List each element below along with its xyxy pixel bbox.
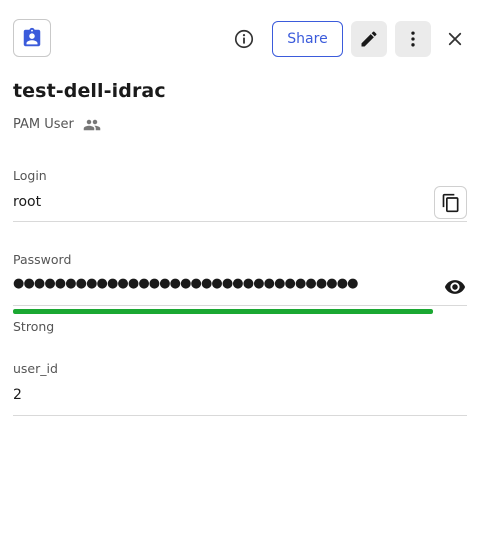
password-label: Password (13, 252, 72, 267)
info-icon (234, 29, 254, 49)
record-type-label: PAM User (13, 117, 74, 132)
eye-icon (444, 280, 466, 294)
edit-button[interactable] (351, 21, 387, 57)
password-strength-label: Strong (13, 319, 55, 334)
pencil-icon (361, 31, 377, 47)
close-icon (448, 32, 462, 46)
share-button[interactable]: Share (272, 21, 343, 57)
password-strength-bar (13, 309, 433, 314)
clipboard-account-icon (23, 27, 41, 47)
login-value: root (13, 194, 42, 210)
password-masked-value: ●●●●●●●●●●●●●●●●●●●●●●●●●●●●●●●●● (13, 276, 359, 291)
info-button[interactable] (231, 26, 257, 52)
user-id-divider (13, 415, 467, 416)
more-options-button[interactable] (395, 21, 431, 57)
share-button-label: Share (287, 31, 328, 47)
record-title: test-dell-idrac (13, 80, 166, 102)
password-divider (13, 305, 467, 306)
login-label: Login (13, 168, 47, 183)
login-divider (13, 221, 467, 222)
password-strength-fill (13, 309, 433, 314)
more-vertical-icon (411, 31, 415, 47)
record-type-icon (13, 19, 51, 57)
people-icon (83, 116, 101, 138)
close-button[interactable] (443, 27, 467, 51)
reveal-password-button[interactable] (443, 276, 467, 298)
copy-login-button[interactable] (434, 186, 467, 219)
user-id-label: user_id (13, 361, 58, 376)
user-id-value: 2 (13, 387, 22, 403)
copy-icon (442, 193, 458, 212)
